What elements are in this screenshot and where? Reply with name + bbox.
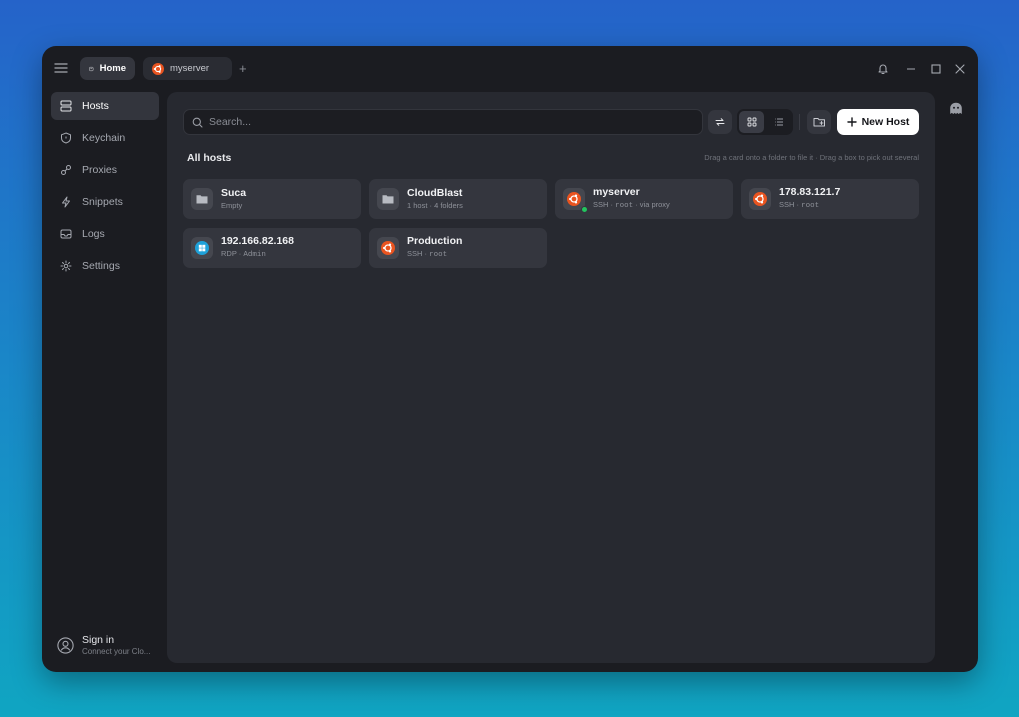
grid-icon	[747, 117, 756, 127]
bolt-icon	[62, 196, 70, 208]
user-icon	[57, 637, 74, 654]
tab-home-label: Home	[99, 63, 126, 74]
folder-icon-wrap	[377, 188, 399, 210]
card-title: 192.166.82.168	[221, 235, 294, 247]
sync-button[interactable]	[708, 110, 732, 134]
os-icon-wrap	[191, 237, 213, 259]
sidebar-item-logs[interactable]: Logs	[51, 220, 159, 248]
title-bar: Home myserver +	[42, 46, 978, 92]
toolbar-divider	[799, 114, 800, 130]
list-view-button[interactable]	[766, 111, 791, 133]
card-protocol: RDP	[221, 249, 237, 258]
folder-plus-icon	[813, 118, 825, 127]
app-window: Home myserver + Hosts Keychain Proxies S…	[42, 46, 978, 672]
home-icon	[89, 66, 94, 71]
card-subtitle: Empty	[221, 201, 243, 210]
inbox-icon	[60, 229, 72, 239]
sidebar-item-settings[interactable]: Settings	[51, 252, 159, 280]
card-protocol: SSH	[407, 249, 423, 258]
sign-in-subtitle: Connect your Clo...	[82, 647, 151, 656]
search-box[interactable]	[183, 109, 703, 135]
card-title: Suca	[221, 187, 247, 199]
host-card-cloudblast[interactable]: CloudBlast 1 host · 4 folders	[369, 179, 547, 219]
ubuntu-icon	[152, 62, 164, 75]
os-icon-wrap	[563, 188, 588, 213]
minimize-icon[interactable]	[904, 62, 918, 76]
sidebar-item-snippets[interactable]: Snippets	[51, 188, 159, 216]
host-card-178-83-121-7[interactable]: 178.83.121.7 SSH · root	[741, 179, 919, 219]
card-user: Admin	[243, 251, 266, 259]
card-subtitle: 1 host · 4 folders	[407, 201, 463, 210]
sidebar: Hosts Keychain Proxies Snippets Logs Set…	[42, 92, 167, 672]
host-card-192-166-82-168[interactable]: 192.166.82.168 RDP · Admin	[183, 228, 361, 268]
folder-icon	[196, 195, 208, 204]
tab-myserver[interactable]: myserver	[143, 57, 232, 80]
server-icon	[60, 100, 72, 112]
bell-icon[interactable]	[876, 62, 890, 76]
list-icon	[774, 118, 783, 126]
card-user: root	[429, 251, 448, 259]
folder-icon	[382, 195, 394, 204]
plus-icon	[846, 117, 857, 127]
menu-icon[interactable]	[54, 61, 68, 75]
card-title: CloudBlast	[407, 187, 463, 199]
os-icon-wrap	[377, 237, 399, 259]
ubuntu-icon	[567, 192, 581, 206]
card-user: root	[615, 202, 634, 210]
view-toggle	[737, 109, 793, 135]
card-subtitle: SSH · root · via proxy	[593, 200, 670, 210]
desktop-background: Home myserver + Hosts Keychain Proxies S…	[0, 0, 1019, 717]
folder-icon-wrap	[191, 188, 213, 210]
sidebar-item-hosts[interactable]: Hosts	[51, 92, 159, 120]
new-tab-button[interactable]: +	[239, 62, 247, 75]
new-folder-button[interactable]	[807, 110, 831, 134]
card-subtitle: SSH · root	[779, 200, 820, 210]
section-title: All hosts	[187, 152, 232, 164]
grid-view-button[interactable]	[739, 111, 764, 133]
card-user: root	[801, 202, 820, 210]
tab-home[interactable]: Home	[80, 57, 135, 80]
hosts-panel: New Host All hosts Drag a card onto a fo…	[167, 92, 935, 663]
host-card-myserver[interactable]: myserver SSH · root · via proxy	[555, 179, 733, 219]
card-title: Production	[407, 235, 463, 247]
tab-myserver-label: myserver	[170, 63, 210, 74]
search-input[interactable]	[209, 116, 689, 128]
card-protocol: SSH	[593, 200, 609, 209]
os-icon-wrap	[749, 188, 771, 210]
sidebar-item-label: Settings	[82, 260, 120, 272]
sync-icon	[715, 118, 725, 126]
sign-in-title: Sign in	[82, 634, 115, 646]
card-subtitle: RDP · Admin	[221, 249, 266, 259]
search-icon	[192, 117, 203, 128]
sidebar-item-keychain[interactable]: Keychain	[51, 124, 159, 152]
ai-assistant-icon[interactable]	[949, 102, 963, 115]
host-card-production[interactable]: Production SSH · root	[369, 228, 547, 268]
online-status-dot	[581, 206, 588, 213]
windows-icon	[195, 241, 209, 255]
sidebar-item-label: Logs	[82, 228, 105, 240]
sign-in-button[interactable]: Sign in Connect your Clo...	[57, 634, 152, 657]
card-title: myserver	[593, 186, 640, 198]
host-card-suca[interactable]: Suca Empty	[183, 179, 361, 219]
close-icon[interactable]	[953, 62, 967, 76]
ubuntu-icon	[753, 192, 767, 206]
drag-hint: Drag a card onto a folder to file it · D…	[704, 153, 919, 162]
shield-icon	[61, 132, 71, 144]
maximize-icon[interactable]	[929, 62, 943, 76]
new-host-label: New Host	[861, 116, 910, 128]
sidebar-item-label: Proxies	[82, 164, 118, 176]
gear-icon	[60, 260, 72, 272]
sidebar-item-label: Snippets	[82, 196, 123, 208]
sidebar-item-label: Hosts	[82, 100, 109, 112]
card-subtitle: SSH · root	[407, 249, 448, 259]
card-protocol: SSH	[779, 200, 795, 209]
ubuntu-icon	[381, 241, 395, 255]
card-extra: via proxy	[639, 200, 670, 209]
right-strip	[935, 92, 978, 672]
new-host-button[interactable]: New Host	[837, 109, 919, 135]
sidebar-item-proxies[interactable]: Proxies	[51, 156, 159, 184]
card-title: 178.83.121.7	[779, 186, 841, 198]
link-icon	[61, 165, 71, 175]
sidebar-item-label: Keychain	[82, 132, 126, 144]
